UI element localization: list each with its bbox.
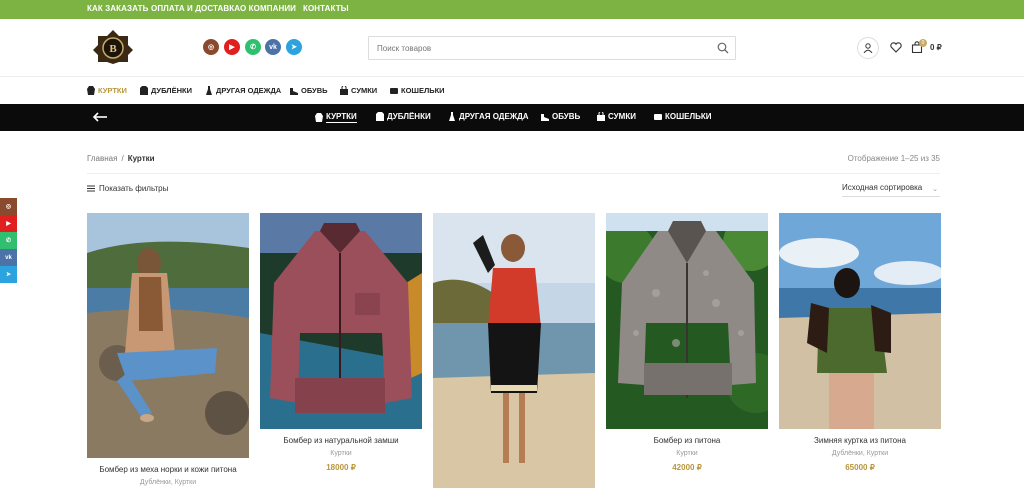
cart-total[interactable]: 0 ₽ — [930, 43, 942, 52]
product-card[interactable] — [433, 213, 595, 488]
product-name[interactable]: Бомбер из натуральной замши — [260, 436, 422, 445]
wallet-icon — [390, 88, 398, 94]
breadcrumb-home-link[interactable]: Главная — [87, 154, 117, 163]
wishlist-button[interactable] — [889, 40, 903, 54]
category-item-jackets[interactable]: КУРТКИ — [87, 86, 127, 95]
youtube-icon[interactable]: ▶ — [0, 215, 17, 232]
product-image[interactable] — [433, 213, 595, 488]
user-icon — [863, 43, 873, 53]
whatsapp-icon[interactable]: ✆ — [245, 39, 261, 55]
product-card[interactable]: Бомбер из питона Куртки 42000 ₽ — [606, 213, 768, 472]
product-card[interactable]: Бомбер из натуральной замши Куртки 18000… — [260, 213, 422, 472]
wallet-icon — [654, 114, 662, 120]
menu-lines-icon — [87, 185, 95, 192]
youtube-icon[interactable]: ▶ — [224, 39, 240, 55]
category-item-other-clothes[interactable]: ДРУГАЯ ОДЕЖДА — [205, 86, 281, 95]
product-name[interactable]: Бомбер из питона — [606, 436, 768, 445]
account-button[interactable] — [857, 37, 879, 59]
breadcrumb-separator: / — [121, 154, 124, 163]
back-arrow-icon[interactable] — [92, 111, 108, 123]
sort-selected-value: Исходная сортировка — [842, 183, 923, 192]
site-logo[interactable]: B — [92, 29, 134, 65]
shoe-icon — [541, 114, 549, 121]
chevron-down-icon: ⌄ — [932, 186, 938, 193]
vk-icon[interactable]: vk — [265, 39, 281, 55]
telegram-icon[interactable]: ➤ — [286, 39, 302, 55]
dress-icon — [206, 86, 212, 95]
category-menu: КУРТКИ ДУБЛЁНКИ ДРУГАЯ ОДЕЖДА ОБУВЬ СУМК… — [0, 78, 1024, 104]
site-header: B ◎ ▶ ✆ vk ➤ 0 0 ₽ — [0, 19, 1024, 77]
product-name[interactable]: Зимняя куртка из питона — [779, 436, 941, 445]
product-image[interactable] — [606, 213, 768, 429]
breadcrumb: Главная / Куртки — [87, 154, 155, 163]
search-input[interactable] — [369, 37, 709, 59]
category-item-sheepskin[interactable]: ДУБЛЁНКИ — [140, 86, 192, 95]
topbar-link-how-to-order[interactable]: КАК ЗАКАЗАТЬ — [87, 4, 148, 13]
product-price: 42000 ₽ — [672, 463, 702, 472]
heart-icon — [890, 41, 902, 53]
nav-item-sheepskin[interactable]: ДУБЛЁНКИ — [376, 112, 431, 121]
breadcrumb-current: Куртки — [127, 154, 155, 163]
instagram-icon[interactable]: ◎ — [0, 198, 17, 215]
topbar-link-contacts[interactable]: КОНТАКТЫ — [303, 4, 349, 13]
whatsapp-icon[interactable]: ✆ — [0, 232, 17, 249]
nav-item-bags[interactable]: СУМКИ — [597, 112, 636, 121]
product-category[interactable]: Дублёнки, Куртки — [87, 479, 249, 486]
product-image[interactable] — [87, 213, 249, 458]
topbar-link-about[interactable]: О КОМПАНИИ — [240, 4, 296, 13]
sticky-category-nav: КУРТКИ ДУБЛЁНКИ ДРУГАЯ ОДЕЖДА ОБУВЬ СУМК… — [0, 104, 1024, 131]
vk-icon[interactable]: vk — [0, 249, 17, 266]
show-filters-label: Показать фильтры — [99, 184, 169, 193]
category-item-wallets[interactable]: КОШЕЛЬКИ — [390, 86, 445, 95]
top-info-bar: КАК ЗАКАЗАТЬ ОПЛАТА И ДОСТАВКА О КОМПАНИ… — [0, 0, 1024, 19]
category-item-shoes[interactable]: ОБУВЬ — [290, 86, 328, 95]
cart-count-badge: 0 — [919, 39, 927, 47]
product-image[interactable] — [779, 213, 941, 429]
nav-item-jackets[interactable]: КУРТКИ — [315, 112, 357, 123]
results-count: Отображение 1–25 из 35 — [847, 154, 940, 163]
search-box — [368, 36, 736, 60]
jacket-icon — [87, 86, 95, 95]
product-category[interactable]: Дублёнки, Куртки — [779, 450, 941, 457]
jacket-icon — [315, 113, 323, 122]
product-card[interactable]: Бомбер из меха норки и кожи питона Дублё… — [87, 213, 249, 486]
divider — [87, 173, 940, 174]
bag-icon — [597, 112, 605, 121]
nav-item-other-clothes[interactable]: ДРУГАЯ ОДЕЖДА — [448, 112, 529, 121]
svg-text:B: B — [109, 43, 117, 55]
search-icon[interactable] — [717, 42, 729, 54]
dress-icon — [449, 112, 455, 121]
show-filters-button[interactable]: Показать фильтры — [87, 184, 168, 193]
coat-icon — [376, 112, 384, 121]
instagram-icon[interactable]: ◎ — [203, 39, 219, 55]
nav-item-wallets[interactable]: КОШЕЛЬКИ — [654, 112, 711, 121]
telegram-icon[interactable]: ➤ — [0, 266, 17, 283]
product-image[interactable] — [260, 213, 422, 429]
category-item-bags[interactable]: СУМКИ — [340, 86, 377, 95]
shoe-icon — [290, 88, 298, 95]
sort-select[interactable]: Исходная сортировка ⌄ — [842, 183, 940, 197]
product-card[interactable]: Зимняя куртка из питона Дублёнки, Куртки… — [779, 213, 941, 472]
product-price: 18000 ₽ — [326, 463, 356, 472]
product-name[interactable]: Бомбер из меха норки и кожи питона — [87, 465, 249, 474]
product-price: 65000 ₽ — [845, 463, 875, 472]
topbar-link-payment-delivery[interactable]: ОПЛАТА И ДОСТАВКА — [151, 4, 240, 13]
nav-item-shoes[interactable]: ОБУВЬ — [541, 112, 580, 121]
coat-icon — [140, 86, 148, 95]
product-category[interactable]: Куртки — [606, 450, 768, 457]
product-category[interactable]: Куртки — [260, 450, 422, 457]
bag-icon — [340, 86, 348, 95]
